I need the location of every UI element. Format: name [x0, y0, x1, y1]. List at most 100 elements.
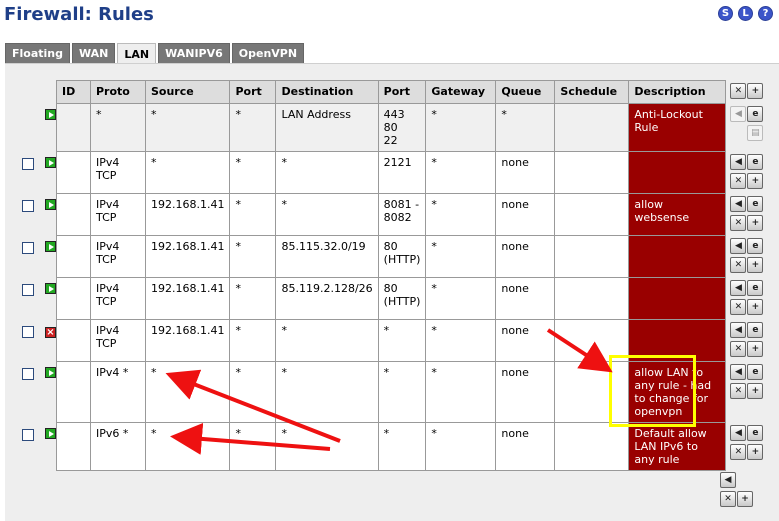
move-icon[interactable]: ◀ [730, 237, 747, 254]
row-checkbox[interactable] [22, 325, 34, 338]
delete-icon[interactable]: ✕ [730, 214, 747, 231]
cell-source[interactable]: 192.168.1.41 [144, 319, 231, 362]
delete-icon[interactable]: ✕ [730, 443, 747, 460]
header-destination-port[interactable]: Port [377, 80, 427, 104]
cell-source[interactable]: 192.168.1.41 [144, 235, 231, 278]
add-icon[interactable]: + [747, 172, 764, 189]
pass-icon[interactable] [45, 366, 56, 378]
row-checkbox[interactable] [22, 367, 34, 380]
cell-gateway[interactable]: * [425, 151, 497, 194]
header-gateway[interactable]: Gateway [425, 80, 497, 104]
block-icon[interactable]: × [45, 326, 56, 338]
cell-source[interactable]: 192.168.1.41 [144, 193, 231, 236]
cell-queue[interactable]: none [495, 235, 556, 278]
cell-id[interactable] [56, 361, 91, 423]
table-row[interactable]: IPv6 * * * * * * none Default allow LAN IPv6 to… [17, 422, 776, 471]
cell-proto[interactable]: IPv4 TCP [90, 319, 146, 362]
cell-dst-port[interactable]: * [377, 319, 427, 362]
cell-destination[interactable]: * [275, 151, 379, 194]
edit-icon[interactable]: e [747, 321, 764, 338]
row-checkbox[interactable] [22, 199, 34, 212]
add-icon[interactable]: + [747, 443, 764, 460]
move-icon[interactable]: ◀ [730, 363, 747, 380]
cell-destination[interactable]: LAN Address [275, 103, 379, 152]
cell-id[interactable] [56, 151, 91, 194]
cell-src-port[interactable]: * [229, 193, 277, 236]
table-row[interactable]: × IPv4 TCP 192.168.1.41 * * * * none ◀ e ✕ + [17, 319, 776, 362]
cell-dst-port[interactable]: 80 (HTTP) [377, 235, 427, 278]
add-icon[interactable]: + [747, 298, 764, 315]
add-icon[interactable]: + [747, 382, 764, 399]
pass-icon[interactable] [45, 240, 56, 252]
cell-src-port[interactable]: * [229, 235, 277, 278]
cell-proto[interactable]: IPv4 TCP [90, 235, 146, 278]
add-icon[interactable]: + [747, 340, 764, 357]
tab-floating[interactable]: Floating [5, 43, 70, 63]
cell-queue[interactable]: none [495, 277, 556, 320]
cell-id[interactable] [56, 277, 91, 320]
cell-destination[interactable]: * [275, 422, 379, 471]
cell-schedule[interactable] [554, 151, 630, 194]
help-icon[interactable]: ? [758, 6, 773, 21]
cell-dst-port[interactable]: 443 80 22 [377, 103, 427, 152]
move-icon[interactable]: ◀ [730, 105, 747, 122]
table-row[interactable]: IPv4 TCP 192.168.1.41 * * 8081 - 8082 * none al… [17, 193, 776, 236]
cell-src-port[interactable]: * [229, 422, 277, 471]
add-rule-icon[interactable]: + [737, 491, 753, 507]
cell-gateway[interactable]: * [425, 235, 497, 278]
cell-description[interactable] [628, 151, 727, 194]
tab-wan[interactable]: WAN [72, 43, 116, 63]
cell-schedule[interactable] [554, 319, 630, 362]
cell-id[interactable] [56, 319, 91, 362]
cell-source[interactable]: * [144, 361, 231, 423]
row-checkbox[interactable] [22, 241, 34, 254]
cell-src-port[interactable]: * [229, 319, 277, 362]
header-proto[interactable]: Proto [90, 80, 146, 104]
pass-icon[interactable] [45, 427, 56, 439]
row-checkbox[interactable] [22, 157, 34, 170]
copy-icon[interactable]: ▤ [747, 124, 764, 141]
cell-gateway[interactable]: * [425, 193, 497, 236]
table-row[interactable]: IPv4 TCP * * * 2121 * none ◀ e ✕ + [17, 151, 776, 194]
cell-gateway[interactable]: * [425, 422, 497, 471]
row-checkbox[interactable] [22, 428, 34, 441]
cell-gateway[interactable]: * [425, 361, 497, 423]
header-source[interactable]: Source [144, 80, 231, 104]
cell-src-port[interactable]: * [229, 103, 277, 152]
move-icon[interactable]: ◀ [730, 279, 747, 296]
log-icon[interactable]: L [738, 6, 753, 21]
cell-source[interactable]: * [144, 422, 231, 471]
header-schedule[interactable]: Schedule [554, 80, 630, 104]
cell-proto[interactable]: IPv4 * [90, 361, 146, 423]
cell-src-port[interactable]: * [229, 361, 277, 423]
cell-dst-port[interactable]: * [377, 361, 427, 423]
cell-description[interactable]: allow LAN to any rule - had to change fo… [628, 361, 727, 423]
cell-dst-port[interactable]: 2121 [377, 151, 427, 194]
cell-description[interactable]: Anti-Lockout Rule [628, 103, 727, 152]
add-icon[interactable]: + [747, 214, 764, 231]
cell-id[interactable] [56, 103, 91, 152]
cell-dst-port[interactable]: * [377, 422, 427, 471]
cell-source[interactable]: 192.168.1.41 [144, 277, 231, 320]
row-checkbox[interactable] [22, 283, 34, 296]
delete-icon[interactable]: ✕ [730, 172, 747, 189]
tab-wanipv6[interactable]: WANIPV6 [158, 43, 230, 63]
delete-icon[interactable]: ✕ [730, 382, 747, 399]
cell-schedule[interactable] [554, 277, 630, 320]
cell-schedule[interactable] [554, 235, 630, 278]
cell-gateway[interactable]: * [425, 319, 497, 362]
edit-icon[interactable]: e [747, 424, 764, 441]
tab-openvpn[interactable]: OpenVPN [231, 43, 305, 63]
cell-src-port[interactable]: * [229, 277, 277, 320]
pass-icon[interactable] [45, 156, 56, 168]
header-queue[interactable]: Queue [495, 80, 556, 104]
cell-schedule[interactable] [554, 103, 630, 152]
cell-description[interactable] [628, 277, 727, 320]
add-icon[interactable]: + [747, 256, 764, 273]
header-source-port[interactable]: Port [229, 80, 277, 104]
cell-queue[interactable]: none [495, 422, 556, 471]
edit-icon[interactable]: e [747, 279, 764, 296]
cell-proto[interactable]: IPv6 * [90, 422, 146, 471]
cell-id[interactable] [56, 235, 91, 278]
delete-selected-icon[interactable]: ✕ [720, 491, 736, 507]
